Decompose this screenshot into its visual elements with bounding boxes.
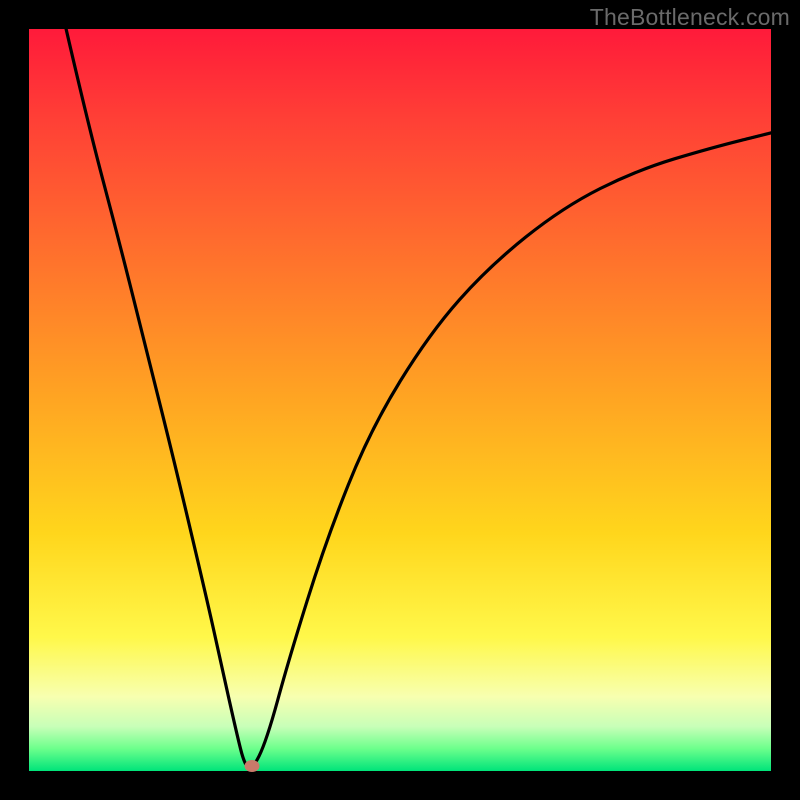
plot-area: [29, 29, 771, 771]
minimum-marker: [244, 760, 259, 772]
chart-frame: TheBottleneck.com: [0, 0, 800, 800]
curve-path: [66, 29, 771, 768]
watermark-text: TheBottleneck.com: [590, 4, 790, 31]
bottleneck-curve: [29, 29, 771, 771]
